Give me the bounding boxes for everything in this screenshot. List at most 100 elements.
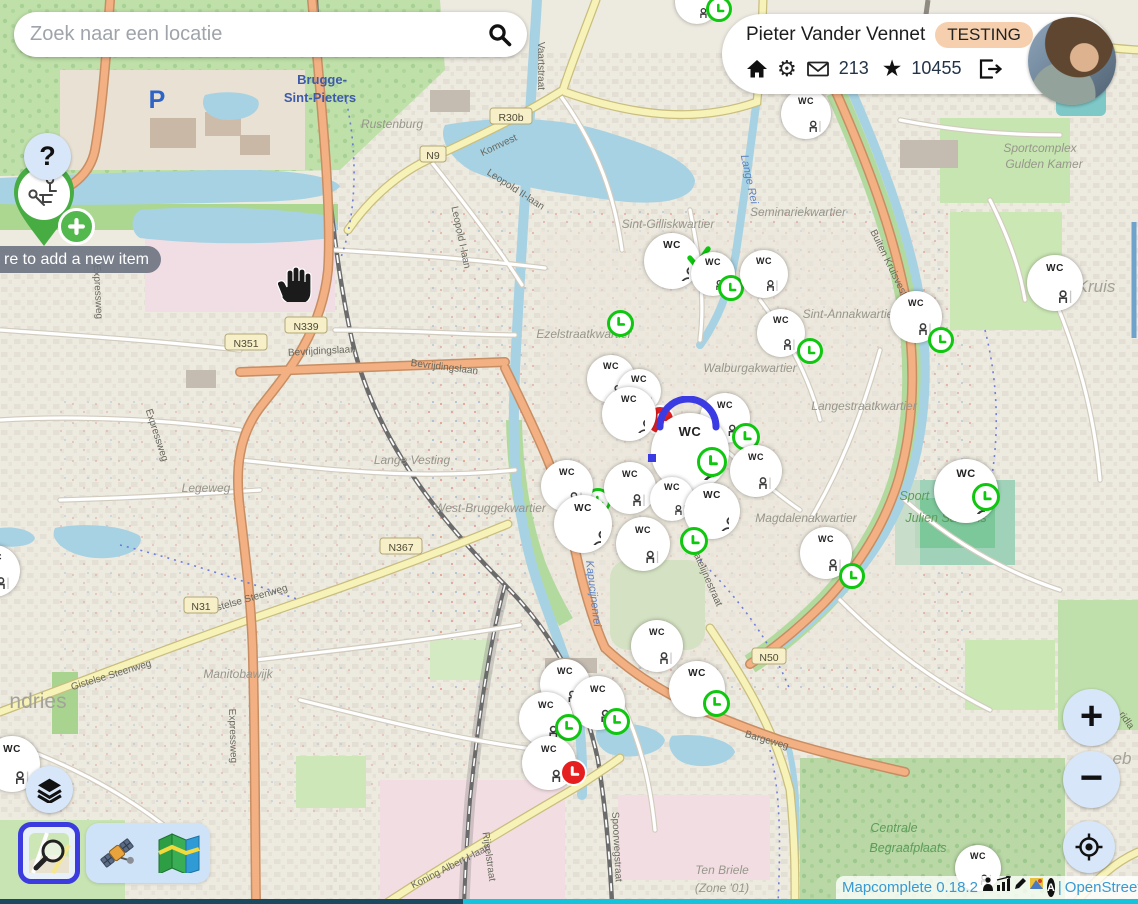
layers-icon: [36, 776, 63, 803]
selected-element-dot: [648, 454, 656, 462]
home-icon[interactable]: [746, 58, 768, 80]
male-female-icon: [0, 563, 11, 589]
zoom-in-button[interactable]: +: [1063, 689, 1120, 746]
wc-marker-wheelchair[interactable]: WC: [554, 495, 612, 553]
wc-marker-label: WC: [664, 483, 680, 492]
opening-hours-open-badge: [555, 714, 582, 741]
minus-icon: −: [1080, 758, 1103, 798]
search-icon[interactable]: [487, 22, 513, 48]
opening-hours-open-badge: [972, 483, 1000, 511]
wc-marker-toilets[interactable]: WC: [631, 620, 683, 672]
basemap-option-osm-selected[interactable]: [18, 822, 80, 884]
wc-marker-label: WC: [0, 553, 2, 562]
statistics-icon[interactable]: [996, 876, 1012, 892]
male-female-icon: [1037, 275, 1074, 303]
progress-dark: [0, 899, 463, 904]
geolocate-button[interactable]: [1063, 821, 1115, 873]
edit-pencil-icon[interactable]: [1013, 876, 1028, 891]
wc-marker-label: WC: [663, 241, 681, 251]
wc-marker-toilets[interactable]: WC: [730, 445, 782, 497]
wc-marker-label: WC: [908, 299, 924, 308]
wc-marker-label: WC: [541, 745, 557, 754]
wc-marker-label: WC: [538, 701, 554, 710]
wc-marker-label: WC: [3, 745, 21, 755]
wc-marker-label: WC: [705, 258, 721, 267]
wc-marker-label: WC: [621, 395, 637, 404]
attribution-separator: |: [1058, 879, 1062, 896]
basemap-option-satellite[interactable]: [94, 830, 140, 876]
zoom-out-button[interactable]: −: [1063, 751, 1120, 808]
opening-hours-open-badge: [603, 708, 630, 735]
male-female-icon: [809, 545, 843, 571]
opening-hours-open-badge: [797, 338, 823, 364]
opening-hours-open-badge: [697, 447, 727, 477]
wc-marker-label: WC: [603, 362, 619, 371]
changeset-count: 10455: [911, 58, 961, 79]
male-female-icon: [748, 267, 780, 291]
osm-link[interactable]: OpenStreetMap: [1065, 879, 1138, 896]
wc-marker-toilets[interactable]: WC: [740, 250, 788, 298]
add-plus-icon[interactable]: [58, 208, 95, 245]
male-female-icon: [0, 756, 31, 784]
crosshair-icon: [1074, 832, 1104, 862]
satellite-icon: [96, 832, 138, 874]
wc-marker-toilets[interactable]: WC: [1027, 255, 1083, 311]
opening-hours-open-badge: [607, 310, 634, 337]
wc-marker-label: WC: [1046, 264, 1064, 274]
avatar[interactable]: [1028, 17, 1116, 105]
wc-marker-toilets[interactable]: WC: [0, 545, 20, 597]
messages-icon[interactable]: [806, 59, 830, 79]
settings-gear-icon[interactable]: ⚙: [777, 56, 797, 82]
wheelchair-icon: [695, 502, 729, 531]
contributor-icon[interactable]: [981, 876, 995, 892]
star-icon[interactable]: ★: [882, 55, 903, 82]
wc-marker-label: WC: [703, 491, 721, 501]
wc-marker-label: WC: [956, 469, 975, 480]
basemap-selector: [86, 823, 210, 883]
wc-marker-label: WC: [688, 669, 706, 679]
license-icon[interactable]: A: [1047, 878, 1055, 897]
theme-icon[interactable]: [1029, 876, 1044, 891]
wc-marker-label: WC: [773, 316, 789, 325]
opening-hours-open-badge: [706, 0, 732, 22]
wc-marker-label: WC: [559, 468, 575, 477]
theme-progress-strip: [0, 899, 1138, 904]
wc-marker-label: WC: [635, 526, 651, 535]
plus-icon: +: [1080, 696, 1103, 736]
wc-marker-toilets[interactable]: WC: [616, 517, 670, 571]
wc-marker-label: WC: [574, 504, 592, 514]
wheelchair-icon: [655, 252, 689, 281]
opening-hours-closed-badge: [560, 759, 587, 786]
wc-marker-wheelchair[interactable]: WC: [602, 387, 656, 441]
search-input[interactable]: [28, 22, 487, 47]
layers-button[interactable]: [26, 766, 73, 813]
wc-marker-label: WC: [818, 535, 834, 544]
opening-hours-open-badge: [703, 690, 730, 717]
male-female-icon: [658, 493, 687, 515]
wc-marker-label: WC: [590, 685, 606, 694]
help-button[interactable]: ?: [24, 133, 71, 180]
wheelchair-icon: [566, 515, 601, 545]
wc-marker-toilets[interactable]: WC: [604, 462, 656, 514]
search-bar[interactable]: [14, 12, 527, 57]
marker-layer: WC WC WC WC WC WC WC WC WC WC: [0, 0, 1138, 904]
user-name: Pieter Vander Vennet: [746, 24, 925, 46]
folded-map-icon: [158, 833, 200, 873]
app-version[interactable]: Mapcomplete 0.18.2: [842, 879, 978, 896]
message-count: 213: [839, 58, 869, 79]
osm-magnifier-icon: [27, 831, 71, 875]
male-female-icon: [899, 309, 933, 335]
wc-marker-label: WC: [557, 667, 573, 676]
wc-marker-label: WC: [798, 97, 814, 106]
wheelchair-icon: [613, 405, 645, 433]
basemap-option-map[interactable]: [156, 830, 202, 876]
male-female-icon: [625, 536, 661, 563]
male-female-icon: [613, 480, 647, 506]
wc-marker-label: WC: [631, 375, 647, 384]
wc-marker-label: WC: [970, 852, 986, 861]
wc-marker-toilets[interactable]: WC: [781, 89, 831, 139]
logout-icon[interactable]: [978, 58, 1002, 80]
testing-badge: TESTING: [935, 22, 1033, 48]
male-female-icon: [790, 107, 823, 132]
male-female-icon: [640, 638, 674, 664]
